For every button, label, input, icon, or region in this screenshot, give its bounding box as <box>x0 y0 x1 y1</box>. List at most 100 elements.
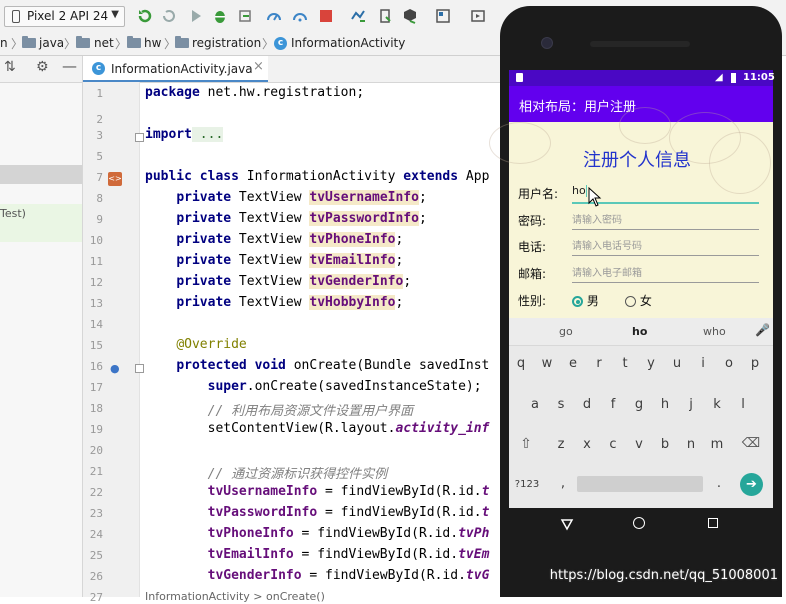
code-line: private TextView tvEmailInfo; <box>176 253 404 268</box>
key[interactable]: a <box>524 397 546 412</box>
status-bar: ◢ 11:05 <box>509 70 775 86</box>
avd-manager-icon[interactable] <box>377 8 393 24</box>
key[interactable]: c <box>602 437 624 452</box>
suggestion[interactable]: go <box>559 325 573 338</box>
layout-related-icon[interactable]: <> <box>108 172 122 186</box>
apply-code-changes-icon[interactable] <box>161 8 177 24</box>
key[interactable]: n <box>680 437 702 452</box>
suggestion[interactable]: ho <box>632 325 647 338</box>
tab-information-activity[interactable]: c InformationActivity.java × <box>83 56 268 82</box>
key[interactable]: i <box>692 356 714 371</box>
breadcrumb-item[interactable]: InformationActivity <box>291 36 405 50</box>
key[interactable]: k <box>706 397 728 412</box>
radio-male[interactable]: 男 <box>572 292 599 309</box>
key[interactable]: w <box>536 356 558 371</box>
key[interactable]: x <box>576 437 598 452</box>
key[interactable]: p <box>744 356 766 371</box>
camera-icon <box>541 37 553 49</box>
battery-icon <box>731 73 736 83</box>
collapse-all-icon[interactable]: ⇅ <box>4 59 16 75</box>
shift-key-icon[interactable]: ⇧ <box>515 436 537 452</box>
layout-inspector-icon[interactable] <box>470 8 486 24</box>
android-nav-bar <box>509 508 773 541</box>
status-time: 11:05 <box>743 72 775 83</box>
code-line: tvPhoneInfo = findViewById(R.id.tvPh <box>207 526 490 541</box>
breadcrumb-item[interactable]: net <box>94 36 114 50</box>
key[interactable]: g <box>628 397 650 412</box>
key[interactable]: d <box>576 397 598 412</box>
run-icon[interactable] <box>188 8 204 24</box>
code-line: setContentView(R.layout.activity_inf <box>207 421 490 436</box>
form-title: 注册个人信息 <box>583 150 691 171</box>
phone-input[interactable]: 请输入电话号码 <box>572 237 759 256</box>
symbols-key[interactable]: ?123 <box>512 479 542 490</box>
code-line: tvGenderInfo = findViewById(R.id.tvG <box>207 568 490 583</box>
close-icon[interactable]: × <box>253 59 264 74</box>
profile-run-icon[interactable] <box>292 8 308 24</box>
key[interactable]: o <box>718 356 740 371</box>
home-icon[interactable] <box>633 517 645 529</box>
key[interactable]: y <box>640 356 662 371</box>
key[interactable]: f <box>602 397 624 412</box>
code-line: tvUsernameInfo = findViewById(R.id.t <box>207 484 490 499</box>
gear-icon[interactable]: ⚙ <box>36 59 49 75</box>
chevron-down-icon: ▼ <box>111 9 119 20</box>
username-label: 用户名: <box>518 187 559 201</box>
tree-item-label: Test) <box>0 207 26 220</box>
fold-toggle-icon[interactable] <box>135 364 144 373</box>
code-line: super.onCreate(savedInstanceState); <box>207 379 482 394</box>
sdk-manager-icon[interactable] <box>402 8 418 24</box>
minimize-icon[interactable]: — <box>62 57 77 75</box>
key[interactable]: u <box>666 356 688 371</box>
back-icon[interactable] <box>560 517 574 531</box>
breadcrumb-item[interactable]: java <box>39 36 64 50</box>
key[interactable]: j <box>680 397 702 412</box>
key[interactable]: r <box>588 356 610 371</box>
key[interactable]: z <box>550 437 572 452</box>
line-number: 9 <box>96 213 103 226</box>
key[interactable]: q <box>510 356 532 371</box>
sync-gradle-icon[interactable] <box>350 8 366 24</box>
backspace-key-icon[interactable]: ⌫ <box>740 436 762 451</box>
breadcrumb-item[interactable]: hw <box>144 36 161 50</box>
space-bar[interactable] <box>577 476 703 492</box>
line-number: 17 <box>89 381 103 394</box>
period-key[interactable]: . <box>708 476 730 491</box>
email-input[interactable]: 请输入电子邮箱 <box>572 264 759 283</box>
line-number: 5 <box>96 150 103 163</box>
key[interactable]: l <box>732 397 754 412</box>
key[interactable]: e <box>562 356 584 371</box>
device-selector[interactable]: Pixel 2 API 24 ▼ <box>4 6 125 27</box>
debug-icon[interactable] <box>212 8 228 24</box>
suggestion[interactable]: who <box>703 325 726 338</box>
breadcrumb-item[interactable]: registration <box>192 36 261 50</box>
key[interactable]: t <box>614 356 636 371</box>
watermark: https://blog.csdn.net/qq_51008001 <box>549 568 778 583</box>
apply-changes-restart-icon[interactable] <box>137 8 153 24</box>
comma-key[interactable]: , <box>552 476 574 491</box>
key[interactable]: s <box>550 397 572 412</box>
line-number: 23 <box>89 507 103 520</box>
key[interactable]: v <box>628 437 650 452</box>
line-number: 3 <box>96 129 103 142</box>
microphone-icon[interactable]: 🎤 <box>755 323 770 337</box>
folded-imports[interactable]: ... <box>191 127 224 142</box>
key[interactable]: b <box>654 437 676 452</box>
key[interactable]: m <box>706 437 728 452</box>
line-number: 21 <box>89 465 103 478</box>
code-line: tvEmailInfo = findViewById(R.id.tvEm <box>207 547 490 562</box>
fold-toggle-icon[interactable] <box>135 133 144 142</box>
breadcrumb-item[interactable]: n <box>0 36 8 50</box>
project-structure-icon[interactable] <box>435 8 451 24</box>
profile-icon[interactable] <box>266 8 282 24</box>
tab-label: InformationActivity.java <box>111 62 253 76</box>
attach-debugger-icon[interactable] <box>237 8 253 24</box>
stop-icon[interactable] <box>318 8 334 24</box>
recents-icon[interactable] <box>708 518 718 528</box>
radio-female[interactable]: 女 <box>625 292 652 309</box>
selected-tree-item[interactable] <box>0 165 82 184</box>
enter-key-icon[interactable]: ➔ <box>740 473 763 496</box>
override-marker-icon[interactable]: ● <box>110 362 120 375</box>
password-input[interactable]: 请输入密码 <box>572 211 759 230</box>
key[interactable]: h <box>654 397 676 412</box>
